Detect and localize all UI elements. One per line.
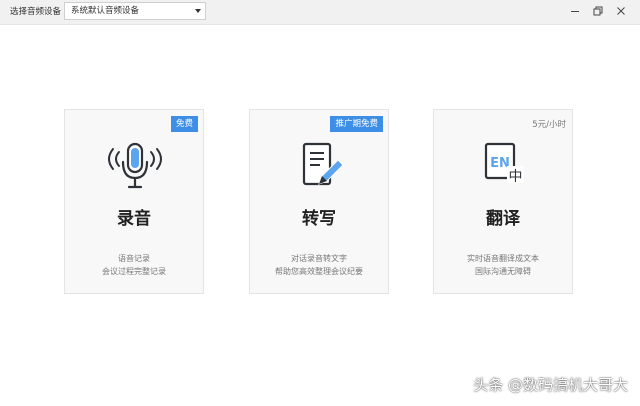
card-description: 国际沟通无障碍 xyxy=(475,267,531,276)
close-icon[interactable] xyxy=(614,4,628,18)
card-description: 会议过程完整记录 xyxy=(102,267,166,276)
app-window: 选择音频设备 系统默认音频设备 免费 录音 语音记录 会议过程完整记录 推广期免… xyxy=(0,0,640,406)
promo-free-badge: 推广期免费 xyxy=(330,116,383,132)
audio-device-select[interactable]: 系统默认音频设备 xyxy=(64,2,206,20)
watermark: 头条 @数码搞机大哥大 xyxy=(473,376,628,394)
audio-device-label: 选择音频设备 xyxy=(10,7,62,17)
card-record[interactable]: 免费 录音 语音记录 会议过程完整记录 xyxy=(64,109,204,294)
price-label: 5元/小时 xyxy=(532,120,566,130)
free-badge: 免费 xyxy=(170,116,198,132)
card-description: 帮助您高效整理会议纪要 xyxy=(275,267,363,276)
card-translate[interactable]: 5元/小时 EN 中 翻译 实时语音翻译成文本 国际沟通无障碍 xyxy=(433,109,573,294)
document-pen-icon xyxy=(302,142,344,186)
microphone-icon xyxy=(108,142,162,189)
card-description: 实时语音翻译成文本 xyxy=(467,254,539,263)
card-transcribe[interactable]: 推广期免费 转写 对话录音转文字 帮助您高效整理会议纪要 xyxy=(249,109,389,294)
card-title: 转写 xyxy=(302,209,336,229)
chevron-down-icon xyxy=(195,9,201,13)
audio-device-select-value: 系统默认音频设备 xyxy=(71,6,140,16)
card-title: 录音 xyxy=(117,209,151,229)
title-bar: 选择音频设备 系统默认音频设备 xyxy=(0,0,640,25)
minimize-icon[interactable] xyxy=(568,4,582,18)
card-title: 翻译 xyxy=(486,209,520,229)
card-description: 语音记录 xyxy=(118,254,150,263)
restore-icon[interactable] xyxy=(591,4,605,18)
en-zh-translate-icon: EN 中 xyxy=(484,142,524,185)
zh-icon-text: 中 xyxy=(509,169,523,185)
en-icon-text: EN xyxy=(490,156,510,171)
card-description: 对话录音转文字 xyxy=(291,254,347,263)
